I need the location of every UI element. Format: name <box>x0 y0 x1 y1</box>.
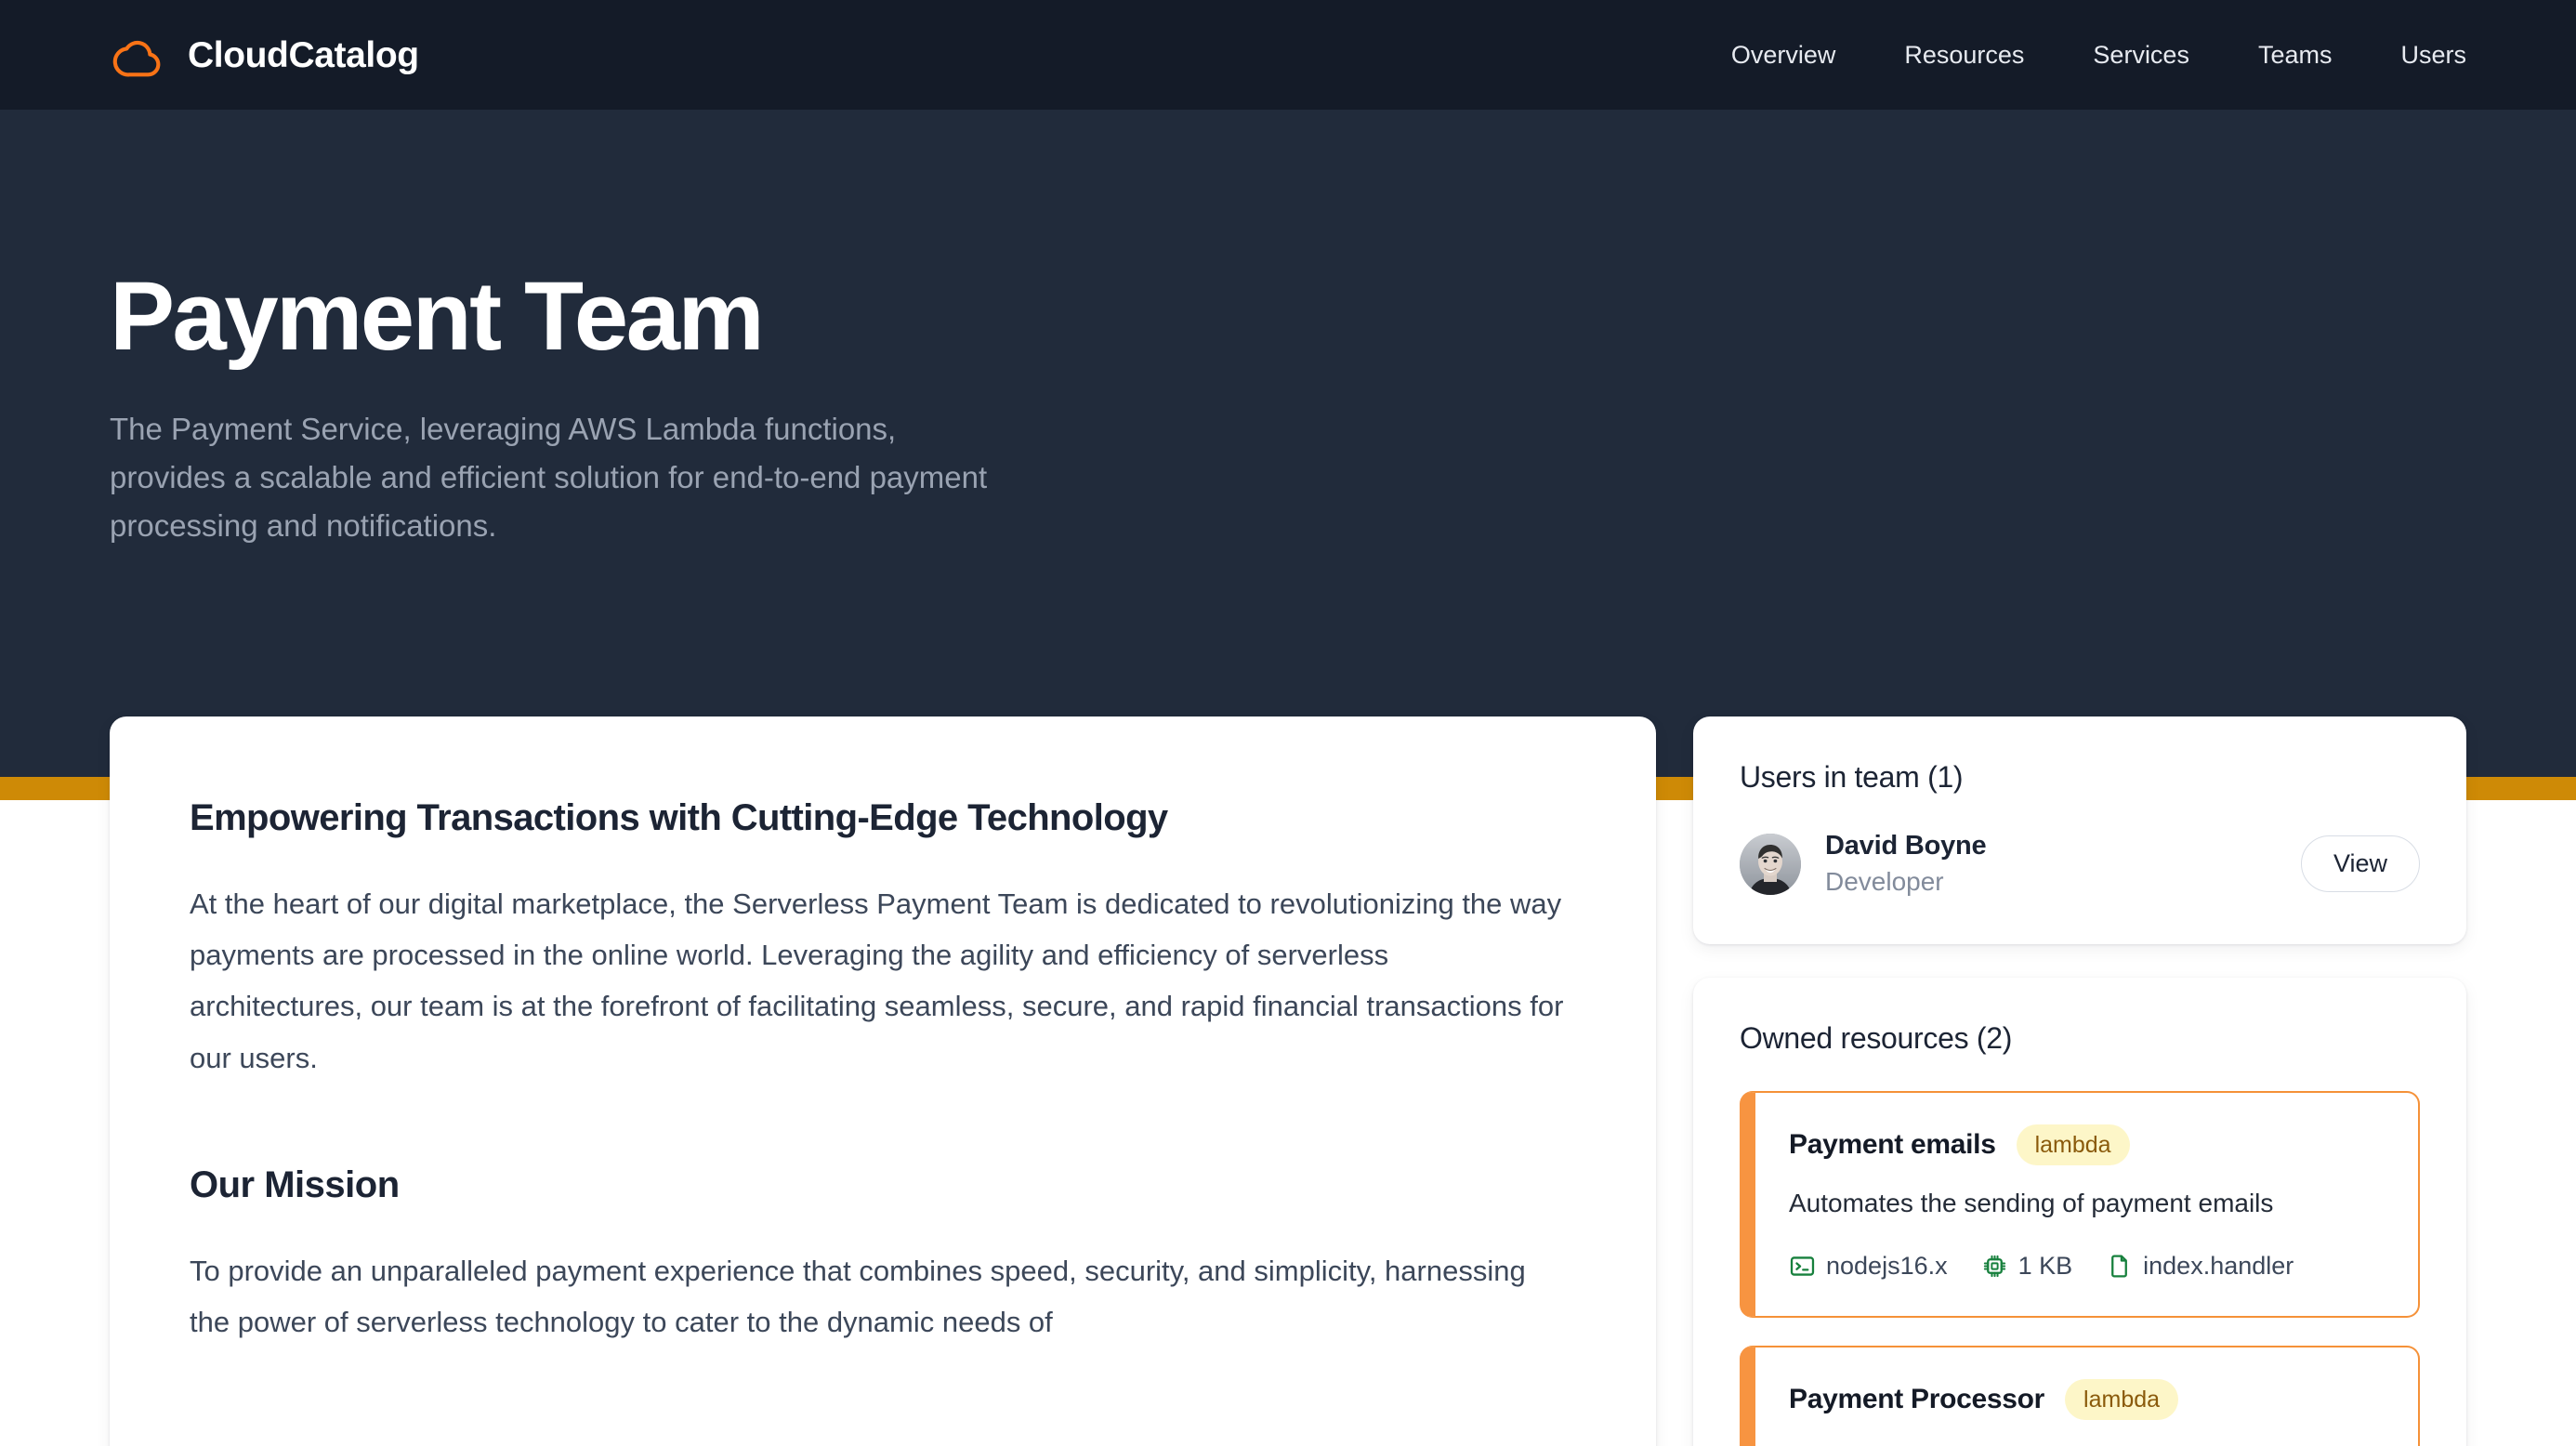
hero-description: The Payment Service, leveraging AWS Lamb… <box>110 412 988 543</box>
resource-list: Payment emails lambda Automates the send… <box>1740 1091 2420 1446</box>
resource-card[interactable]: Payment Processor lambda Lambda function… <box>1740 1346 2420 1446</box>
resource-handler: index.handler <box>2106 1251 2293 1281</box>
sidebar: Users in team (1) David Boyne Developer … <box>1693 716 2466 1446</box>
user-name: David Boyne <box>1825 831 1987 861</box>
top-navbar: CloudCatalog Overview Resources Services… <box>0 0 2576 110</box>
resource-description: Automates the sending of payment emails <box>1789 1189 2274 1218</box>
resource-handler-label: index.handler <box>2143 1251 2294 1280</box>
resource-runtime: nodejs16.x <box>1789 1251 1948 1281</box>
resource-card[interactable]: Payment emails lambda Automates the send… <box>1740 1091 2420 1319</box>
status-badge: lambda <box>2065 1379 2179 1421</box>
resource-header: Payment emails lambda <box>1789 1124 2385 1166</box>
brand-name: CloudCatalog <box>188 34 419 75</box>
users-panel-title: Users in team (1) <box>1740 760 1964 794</box>
resource-name: Payment emails <box>1789 1129 1996 1161</box>
owned-resources-panel: Owned resources (2) Payment emails lambd… <box>1693 977 2466 1446</box>
terminal-icon <box>1789 1253 1816 1280</box>
nav-link-teams[interactable]: Teams <box>2224 33 2367 77</box>
avatar <box>1740 833 1801 895</box>
content-paragraph-2: To provide an unparalleled payment exper… <box>190 1254 1526 1338</box>
cloud-icon <box>110 26 167 84</box>
hero-section: Payment Team The Payment Service, levera… <box>0 110 2576 800</box>
resources-panel-title: Owned resources (2) <box>1740 1020 2013 1055</box>
nav-link-overview[interactable]: Overview <box>1697 33 1871 77</box>
resource-name: Payment Processor <box>1789 1384 2045 1415</box>
resource-size-label: 1 KB <box>2017 1251 2073 1280</box>
resource-runtime-label: nodejs16.x <box>1826 1251 1948 1280</box>
resource-header: Payment Processor lambda <box>1789 1379 2385 1421</box>
content-heading: Empowering Transactions with Cutting-Edg… <box>190 797 1168 838</box>
nav-link-resources[interactable]: Resources <box>1870 33 2058 77</box>
main-content-card: Empowering Transactions with Cutting-Edg… <box>110 716 1656 1446</box>
user-list-item[interactable]: David Boyne Developer View <box>1740 830 2420 897</box>
brand-logo-link[interactable]: CloudCatalog <box>110 26 419 84</box>
status-badge: lambda <box>2016 1124 2130 1166</box>
chip-icon <box>1981 1253 2008 1280</box>
nav-link-services[interactable]: Services <box>2058 33 2224 77</box>
view-user-button[interactable]: View <box>2300 835 2420 892</box>
primary-nav: Overview Resources Services Teams Users <box>1697 33 2466 77</box>
nav-link-users[interactable]: Users <box>2366 33 2466 77</box>
content-columns: Empowering Transactions with Cutting-Edg… <box>0 716 2576 1446</box>
page-title: Payment Team <box>110 262 765 371</box>
content-subheading: Our Mission <box>190 1163 400 1205</box>
file-icon <box>2106 1253 2133 1280</box>
resource-size: 1 KB <box>1981 1251 2073 1281</box>
resource-description: Lambda function to process payments <box>1789 1440 2385 1446</box>
content-paragraph-1: At the heart of our digital marketplace,… <box>190 887 1564 1074</box>
users-in-team-panel: Users in team (1) David Boyne Developer … <box>1693 716 2466 944</box>
user-role: Developer <box>1825 867 1944 897</box>
resource-meta-row: nodejs16.x 1 KB index.handler <box>1789 1251 2385 1281</box>
